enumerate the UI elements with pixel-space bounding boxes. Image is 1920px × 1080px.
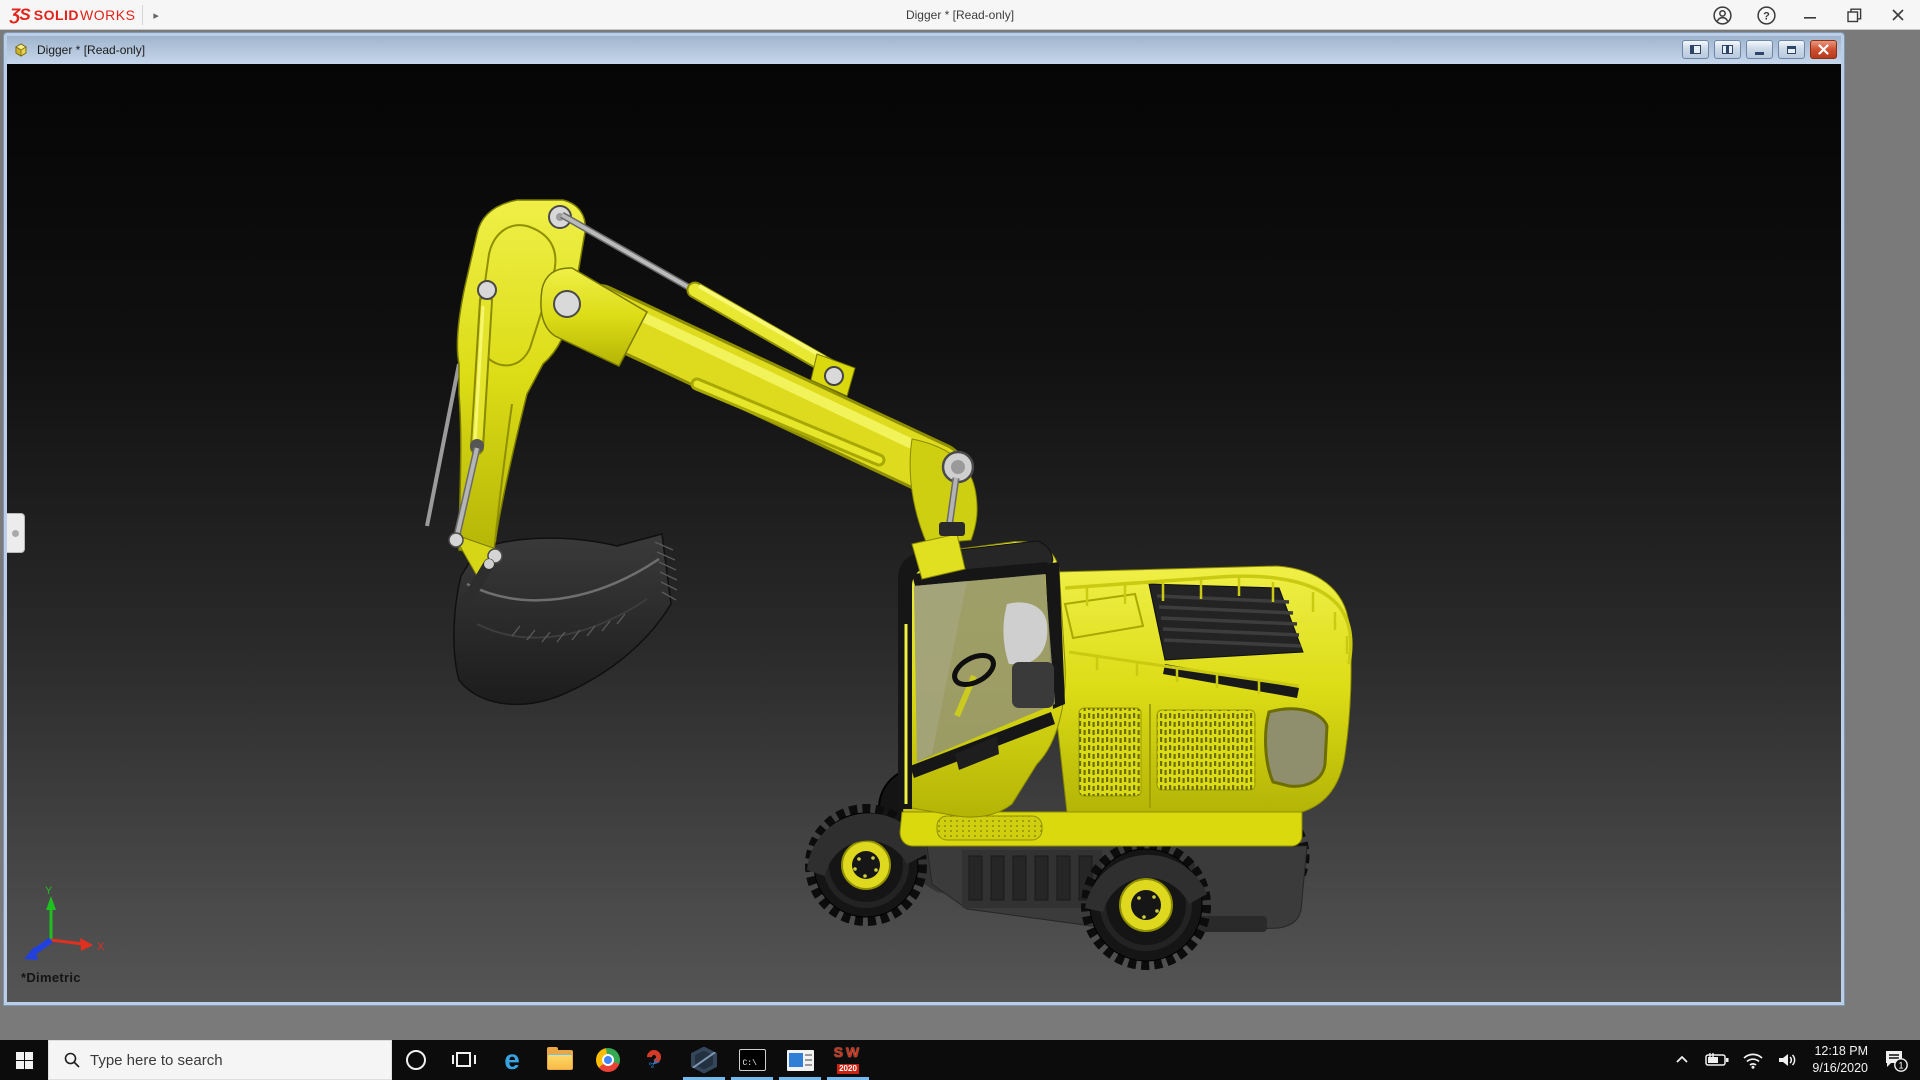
taskbar-item-media-app[interactable]	[776, 1040, 824, 1080]
document-window: Digger * [Read-only] Y X *Dimetric	[3, 32, 1845, 1006]
scissors-icon: ✂	[645, 1053, 664, 1074]
wifi-icon[interactable]	[1736, 1040, 1770, 1080]
windows-logo-icon	[15, 1051, 33, 1069]
action-center-icon[interactable]: 1	[1876, 1040, 1914, 1080]
pane-next-button[interactable]	[1714, 40, 1741, 59]
doc-restore-icon	[1787, 45, 1796, 54]
mdi-client-area: Digger * [Read-only] Y X *Dimetric	[0, 31, 1920, 1040]
pane-right-icon	[1722, 45, 1733, 54]
taskbar-item-edge[interactable]: e	[488, 1040, 536, 1080]
solidworks-logo: ƷS SOLID WORKS ▸	[10, 0, 159, 30]
start-button[interactable]	[0, 1040, 48, 1080]
sw-icon-year: 2020	[837, 1064, 859, 1074]
taskbar-item-snip-tool[interactable]: ✂	[632, 1040, 680, 1080]
step-rail	[899, 811, 1303, 847]
boom-arm[interactable]	[540, 211, 965, 498]
hex-cube-icon	[691, 1046, 717, 1074]
tray-chevron-icon[interactable]	[1666, 1040, 1698, 1080]
notification-badge: 1	[1898, 1060, 1903, 1070]
cortana-icon	[406, 1050, 426, 1070]
edge-icon: e	[504, 1044, 520, 1075]
doc-minimize-button[interactable]	[1746, 40, 1773, 59]
brand-flyout-arrow[interactable]: ▸	[153, 9, 159, 22]
close-icon[interactable]	[1888, 5, 1908, 25]
snip-tool-icon: ✂	[643, 1047, 669, 1073]
task-view-icon	[452, 1051, 476, 1069]
battery-icon[interactable]	[1698, 1040, 1736, 1080]
upper-body[interactable]	[1054, 565, 1353, 813]
excavator-3d-model[interactable]: Y X	[7, 64, 1841, 1002]
app-titlebar[interactable]: ƷS SOLID WORKS ▸ Digger * [Read-only] ?	[0, 0, 1920, 30]
document-titlebar[interactable]: Digger * [Read-only]	[7, 36, 1841, 64]
doc-close-button[interactable]	[1810, 40, 1837, 59]
orientation-triad: Y X	[24, 885, 105, 960]
solidworks-2020-icon: SW 2020	[834, 1045, 863, 1075]
media-app-icon	[786, 1049, 814, 1071]
system-tray: 12:18 PM 9/16/2020 1	[1666, 1040, 1920, 1080]
search-icon	[64, 1052, 80, 1068]
pane-left-icon	[1690, 45, 1701, 54]
file-explorer-icon	[547, 1047, 573, 1070]
chrome-icon	[596, 1048, 620, 1072]
taskbar-clock[interactable]: 12:18 PM 9/16/2020	[1804, 1043, 1876, 1077]
terminal-prompt-text: C:\	[742, 1059, 757, 1068]
solidworks-logo-bold: SOLID	[33, 7, 80, 23]
command-prompt-icon: C:\	[738, 1049, 766, 1071]
document-title: Digger * [Read-only]	[37, 43, 146, 57]
taskbar-item-hex-cube-app[interactable]	[680, 1040, 728, 1080]
svg-text:Y: Y	[45, 885, 53, 897]
account-icon[interactable]	[1712, 5, 1732, 25]
pane-previous-button[interactable]	[1682, 40, 1709, 59]
featuremanager-collapse-tab[interactable]	[7, 513, 25, 553]
taskbar: e ✂ C:\ SW 2020	[0, 1040, 1920, 1080]
doc-restore-button[interactable]	[1778, 40, 1805, 59]
svg-text:?: ?	[1763, 10, 1770, 22]
view-orientation-label: *Dimetric	[21, 970, 81, 985]
clock-date: 9/16/2020	[1812, 1061, 1868, 1075]
clock-time: 12:18 PM	[1814, 1044, 1868, 1059]
doc-close-icon	[1818, 44, 1829, 55]
rear-window	[1264, 707, 1329, 788]
restore-icon[interactable]	[1844, 5, 1864, 25]
taskbar-item-chrome[interactable]	[584, 1040, 632, 1080]
search-input[interactable]	[90, 1051, 350, 1069]
solidworks-logo-glyph: ƷS	[10, 5, 31, 24]
taskbar-item-task-view[interactable]	[440, 1040, 488, 1080]
sw-icon-letters: SW	[833, 1044, 863, 1060]
doc-minimize-icon	[1755, 52, 1764, 55]
titlebar-separator	[142, 5, 143, 25]
taskbar-item-command-prompt[interactable]: C:\	[728, 1040, 776, 1080]
minimize-icon[interactable]	[1800, 5, 1820, 25]
part-document-icon	[15, 43, 27, 57]
taskbar-item-solidworks-2020[interactable]: SW 2020	[824, 1040, 872, 1080]
taskbar-item-cortana[interactable]	[392, 1040, 440, 1080]
taskbar-item-file-explorer[interactable]	[536, 1040, 584, 1080]
cab[interactable]	[898, 540, 1066, 818]
solidworks-logo-light: WORKS	[80, 7, 136, 23]
graphics-viewport[interactable]: Y X *Dimetric	[7, 64, 1841, 1002]
taskbar-search[interactable]	[48, 1040, 392, 1080]
excavator[interactable]	[425, 199, 1353, 970]
help-icon[interactable]: ?	[1756, 5, 1776, 25]
svg-text:X: X	[97, 941, 105, 953]
app-title: Digger * [Read-only]	[905, 8, 1015, 22]
speaker-icon[interactable]	[1770, 1040, 1804, 1080]
desktop: ƷS SOLID WORKS ▸ Digger * [Read-only] ?	[0, 0, 1920, 1080]
